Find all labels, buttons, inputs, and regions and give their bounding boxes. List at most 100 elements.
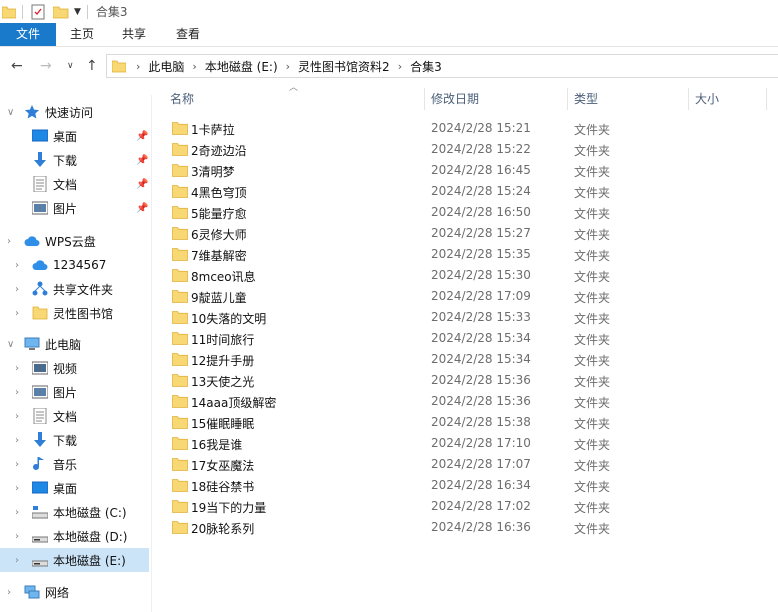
tab-file[interactable]: 文件 [0,23,56,46]
nav-pc-documents[interactable]: › 文档 [0,404,152,428]
nav-drive-e[interactable]: › 本地磁盘 (E:) [0,548,149,572]
tab-share[interactable]: 共享 [112,23,156,46]
column-divider[interactable] [424,88,425,110]
file-row[interactable]: 5能量疗愈 2024/2/28 16:50 文件夹 [160,202,772,223]
nav-music[interactable]: › 音乐 [0,452,152,476]
document-icon [33,176,47,192]
nav-pc-pictures[interactable]: › 图片 [0,380,152,404]
file-name: 10失落的文明 [191,312,267,326]
new-folder-icon[interactable] [53,5,69,19]
column-divider[interactable] [567,88,568,110]
file-row[interactable]: 13天使之光 2024/2/28 15:36 文件夹 [160,370,772,391]
chevron-right-icon[interactable]: › [15,387,19,398]
column-header-date[interactable]: 修改日期 [431,86,479,112]
chevron-right-icon[interactable]: › [15,483,19,494]
nav-quick-access[interactable]: ∨ 快速访问 [0,100,152,124]
breadcrumb-this-pc[interactable]: 此电脑 [144,58,188,75]
chevron-down-icon[interactable]: ∨ [7,107,14,118]
tab-view[interactable]: 查看 [166,23,210,46]
chevron-down-icon[interactable]: ∨ [7,339,14,350]
file-name: 18硅谷禁书 [191,480,255,494]
breadcrumb-arrow-icon[interactable]: › [394,60,406,73]
pin-icon[interactable]: 📌 [136,203,148,214]
file-name: 9靛蓝儿童 [191,291,247,305]
nav-drive-c[interactable]: › 本地磁盘 (C:) [0,500,152,524]
column-header-type[interactable]: 类型 [574,86,598,112]
back-arrow-icon[interactable]: ← [11,58,23,74]
nav-shared-folder[interactable]: › 共享文件夹 [0,277,152,301]
nav-library[interactable]: › 灵性图书馆 [0,301,152,325]
up-arrow-icon[interactable]: ↑ [86,58,98,74]
tab-home[interactable]: 主页 [60,23,104,46]
nav-documents[interactable]: 文档 📌 [0,172,152,196]
chevron-right-icon[interactable]: › [15,284,19,295]
file-row[interactable]: 7维基解密 2024/2/28 15:35 文件夹 [160,244,772,265]
nav-pictures[interactable]: 图片 📌 [0,196,152,220]
breadcrumb-arrow-icon[interactable]: › [132,60,144,73]
chevron-right-icon[interactable]: › [15,435,19,446]
file-row[interactable]: 12提升手册 2024/2/28 15:34 文件夹 [160,349,772,370]
column-header-size[interactable]: 大小 [695,86,719,112]
nav-downloads[interactable]: 下载 📌 [0,148,152,172]
nav-pc-downloads[interactable]: › 下载 [0,428,152,452]
file-row[interactable]: 2奇迹边沿 2024/2/28 15:22 文件夹 [160,139,772,160]
chevron-right-icon[interactable]: › [15,308,19,319]
chevron-right-icon[interactable]: › [15,363,19,374]
chevron-right-icon[interactable]: › [7,587,11,598]
nav-wps-cloud[interactable]: › WPS云盘 [0,229,152,253]
chevron-right-icon[interactable]: › [15,459,19,470]
properties-icon[interactable] [31,4,45,20]
nav-network[interactable]: › 网络 [0,580,152,604]
breadcrumb-drive-e[interactable]: 本地磁盘 (E:) [201,58,282,75]
breadcrumb-arrow-icon[interactable]: › [282,60,294,73]
file-row[interactable]: 15催眠睡眠 2024/2/28 15:38 文件夹 [160,412,772,433]
nav-this-pc[interactable]: ∨ 此电脑 [0,332,152,356]
pin-icon[interactable]: 📌 [136,131,148,142]
chevron-right-icon[interactable]: › [15,260,19,271]
file-row[interactable]: 3清明梦 2024/2/28 16:45 文件夹 [160,160,772,181]
chevron-right-icon[interactable]: › [15,411,19,422]
file-row[interactable]: 17女巫魔法 2024/2/28 17:07 文件夹 [160,454,772,475]
nav-videos[interactable]: › 视频 [0,356,152,380]
breadcrumb-library-folder[interactable]: 灵性图书馆资料2 [294,58,394,75]
pin-icon[interactable]: 📌 [136,155,148,166]
recent-locations-chevron-icon[interactable]: ∨ [67,61,74,71]
chevron-right-icon[interactable]: › [15,507,19,518]
nav-desktop[interactable]: 桌面 📌 [0,124,152,148]
file-row[interactable]: 11时间旅行 2024/2/28 15:34 文件夹 [160,328,772,349]
pin-icon[interactable]: 📌 [136,179,148,190]
breadcrumb-current-folder[interactable]: 合集3 [406,58,446,75]
file-row[interactable]: 20脉轮系列 2024/2/28 16:36 文件夹 [160,517,772,538]
nav-label: 桌面 [53,129,78,144]
file-row[interactable]: 10失落的文明 2024/2/28 15:33 文件夹 [160,307,772,328]
file-name: 13天使之光 [191,375,255,389]
nav-label: 文档 [53,409,78,424]
chevron-right-icon[interactable]: › [15,531,19,542]
file-name: 1卡萨拉 [191,123,235,137]
chevron-right-icon[interactable]: › [15,555,19,566]
file-row[interactable]: 9靛蓝儿童 2024/2/28 17:09 文件夹 [160,286,772,307]
forward-arrow-icon[interactable]: → [40,58,52,74]
column-divider[interactable] [766,88,767,110]
breadcrumb-arrow-icon[interactable]: › [188,60,200,73]
customize-quick-access-icon[interactable]: ▼ [74,7,81,17]
file-row[interactable]: 14aaa顶级解密 2024/2/28 15:36 文件夹 [160,391,772,412]
file-row[interactable]: 1卡萨拉 2024/2/28 15:21 文件夹 [160,118,772,139]
nav-drive-d[interactable]: › 本地磁盘 (D:) [0,524,152,548]
column-divider[interactable] [688,88,689,110]
file-date: 2024/2/28 17:07 [431,457,531,471]
navigation-pane: ∨ 快速访问 桌面 📌 下载 📌 文档 📌 图片 📌 › WPS云盘 › 123… [0,95,152,612]
address-bar[interactable]: › 此电脑 › 本地磁盘 (E:) › 灵性图书馆资料2 › 合集3 [106,54,778,78]
nav-wps-account[interactable]: › 1234567 [0,253,152,277]
column-header-name[interactable]: 名称 [170,86,194,112]
file-row[interactable]: 4黑色穹顶 2024/2/28 15:24 文件夹 [160,181,772,202]
nav-pc-desktop[interactable]: › 桌面 [0,476,152,500]
file-type: 文件夹 [574,480,611,494]
file-row[interactable]: 19当下的力量 2024/2/28 17:02 文件夹 [160,496,772,517]
file-row[interactable]: 18硅谷禁书 2024/2/28 16:34 文件夹 [160,475,772,496]
file-row[interactable]: 8mceo讯息 2024/2/28 15:30 文件夹 [160,265,772,286]
file-row[interactable]: 6灵修大师 2024/2/28 15:27 文件夹 [160,223,772,244]
file-row[interactable]: 16我是谁 2024/2/28 17:10 文件夹 [160,433,772,454]
chevron-right-icon[interactable]: › [7,236,11,247]
ribbon-tabs: 文件 主页 共享 查看 [0,23,778,47]
